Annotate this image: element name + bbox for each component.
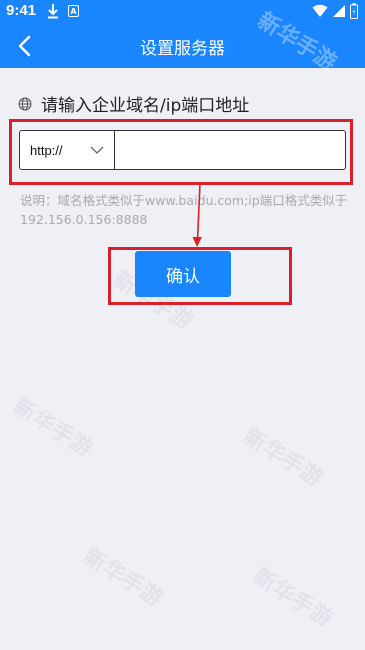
watermark: 新华手游: [238, 424, 327, 493]
battery-icon: [350, 3, 358, 19]
watermark: 新华手游: [78, 544, 167, 613]
watermark: 新华手游: [8, 394, 97, 463]
navbar: 设置服务器: [0, 24, 365, 68]
annotation-arrow: [192, 183, 202, 247]
signal-icon: [333, 5, 345, 17]
a-icon: A: [68, 5, 79, 17]
watermark: 新华手游: [248, 564, 337, 633]
section-label-text: 请输入企业域名/ip端口地址: [41, 96, 250, 116]
protocol-dropdown[interactable]: http://: [20, 131, 115, 169]
screen: 9:41 A 设置服务器 新华手游 请输入企业域名/ip端口地址 http://…: [0, 0, 365, 650]
page-title: 设置服务器: [140, 39, 225, 59]
download-icon: [48, 4, 58, 19]
wifi-icon: [312, 4, 328, 17]
format-hint: 说明：域名格式类似于www.baidu.com;ip端口格式类似于192.156…: [20, 193, 348, 227]
header: 9:41 A 设置服务器 新华手游: [0, 0, 365, 76]
status-time: 9:41: [6, 2, 37, 19]
address-input-group: http://: [19, 130, 346, 170]
confirm-button[interactable]: 确认: [135, 251, 231, 297]
chevron-down-icon: [90, 146, 104, 154]
protocol-value: http://: [30, 142, 63, 158]
globe-icon: [18, 97, 32, 110]
address-input[interactable]: [115, 131, 345, 169]
status-bar: 9:41 A: [0, 0, 365, 24]
section-label: 请输入企业域名/ip端口地址: [18, 91, 249, 116]
